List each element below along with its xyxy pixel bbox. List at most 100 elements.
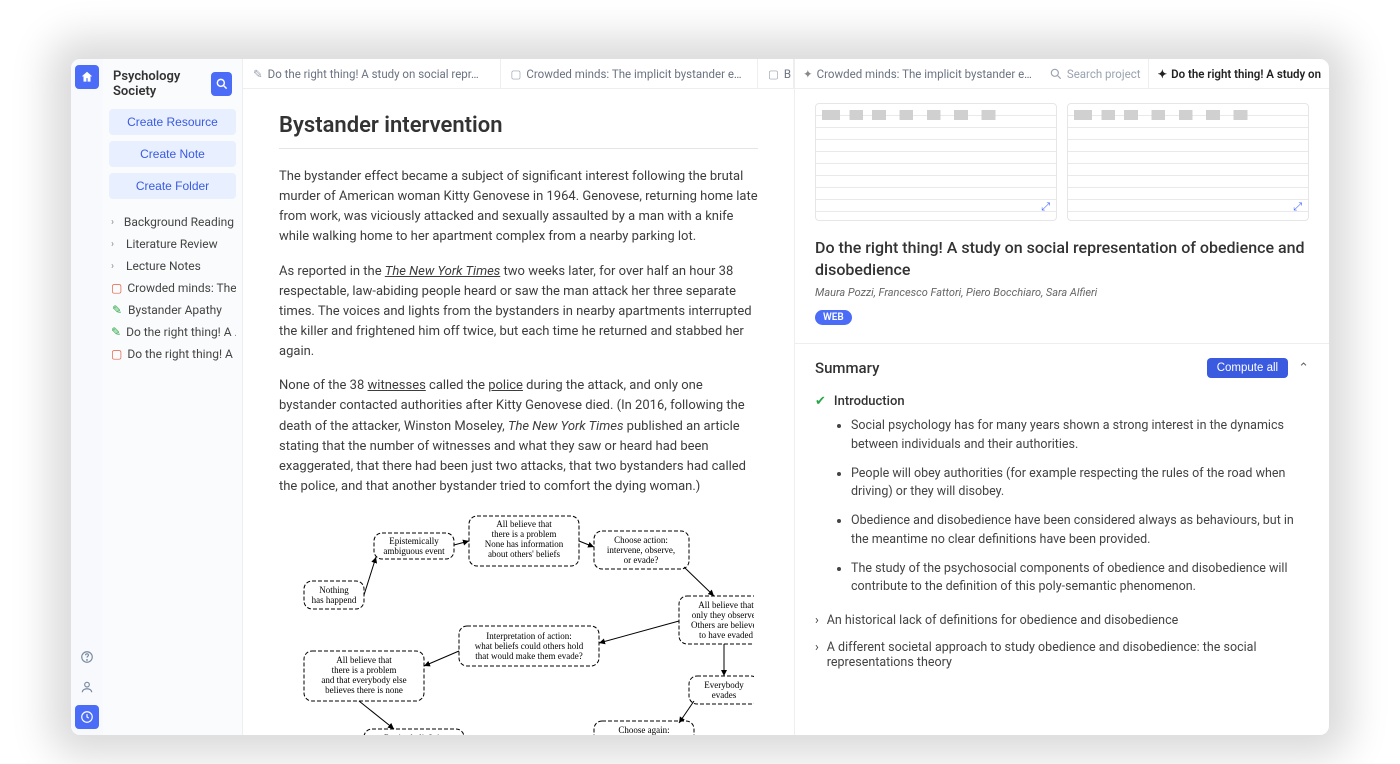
svg-text:about others' beliefs: about others' beliefs [487,549,560,559]
create-note-button[interactable]: Create Note [109,141,236,167]
list-item: Obedience and disobedience have been con… [851,512,1309,550]
page-thumbnails: ⤢ ⤢ [815,103,1309,221]
expand-icon[interactable]: ⤢ [1041,200,1050,214]
collapsed-section[interactable]: ›An historical lack of definitions for o… [815,607,1309,634]
diagram-node: Epistemicallyambiguous event [374,533,454,559]
paragraph: None of the 38 witnesses called the poli… [279,376,758,497]
summary-header: Summary Compute all ⌃ [815,344,1309,388]
sparkle-icon: ✦ [803,67,813,81]
help-icon[interactable] [75,645,99,669]
compute-all-button[interactable]: Compute all [1207,358,1288,378]
svg-text:there is a problem: there is a problem [331,665,396,675]
tree-file[interactable]: ✎Bystander Apathy [109,299,236,321]
create-folder-button[interactable]: Create Folder [109,173,236,199]
bullet-list: Social psychology has for many years sho… [815,417,1309,597]
source-badge: WEB [815,310,852,325]
tree-folder[interactable]: ›Literature Review [109,233,236,255]
thumbnail[interactable]: ⤢ [815,103,1057,221]
svg-text:Choose action:: Choose action: [614,535,668,545]
chevron-right-icon: › [111,261,121,272]
chevron-right-icon: › [815,613,819,628]
create-resource-button[interactable]: Create Resource [109,109,236,135]
resource-title: Do the right thing! A study on social re… [815,237,1309,280]
tree-folder[interactable]: ›Lecture Notes [109,255,236,277]
tab[interactable]: ▢Crowded minds: The implicit bystander e… [501,59,759,88]
main-pane: ✎Do the right thing! A study on social r… [243,59,795,735]
doc-title: Bystander intervention [279,113,758,138]
document-editor[interactable]: Bystander intervention The bystander eff… [243,89,794,735]
diagram-image: Epistemicallyambiguous event All believe… [279,511,758,735]
svg-text:and that everybody else: and that everybody else [321,675,406,685]
svg-text:there is a problem: there is a problem [491,529,556,539]
doc-icon: ▢ [768,67,779,81]
divider [279,148,758,149]
list-item: Social psychology has for many years sho… [851,417,1309,455]
file-icon: ▢ [111,347,122,361]
paragraph: The bystander effect became a subject of… [279,167,758,248]
list-item: The study of the psychosocial components… [851,560,1309,598]
svg-text:Revise beliefs in: Revise beliefs in [384,733,444,735]
svg-text:Everybody: Everybody [704,680,744,690]
detail-pane: ✦Crowded minds: The implicit bystander e… [795,59,1329,735]
tree-file[interactable]: ▢Do the right thing! A … [109,343,236,365]
svg-text:that would make them evade?: that would make them evade? [475,651,582,661]
expand-icon[interactable]: ⤢ [1293,200,1302,214]
chevron-up-icon[interactable]: ⌃ [1298,361,1309,376]
user-icon[interactable] [75,675,99,699]
note-icon: ✎ [111,325,121,339]
svg-text:to have evaded: to have evaded [699,630,753,640]
app-window: Psychology Society Create Resource Creat… [70,58,1330,736]
link[interactable]: The New York Times [385,264,500,279]
thumbnail[interactable]: ⤢ [1067,103,1309,221]
tab-active[interactable]: ✦Do the right thing! A study on [1148,59,1329,88]
tab[interactable]: ✎Do the right thing! A study on social r… [243,59,501,88]
note-icon: ✎ [111,303,123,317]
home-icon[interactable] [75,65,99,89]
sidebar-header: Psychology Society [109,65,236,109]
sidebar: Psychology Society Create Resource Creat… [103,59,243,735]
file-tree: ›Background Reading ›Literature Review ›… [109,211,236,365]
note-icon: ✎ [253,67,263,81]
svg-text:evades: evades [711,690,736,700]
svg-text:believes there is none: believes there is none [325,685,403,695]
paragraph: As reported in the The New York Times tw… [279,262,758,363]
svg-text:Nothing: Nothing [319,585,349,595]
chevron-right-icon: › [111,239,121,250]
svg-text:only they observed: only they observed [691,610,753,620]
check-icon: ✔ [815,394,826,409]
tab[interactable]: ▢B [758,59,794,88]
icon-rail [71,59,103,735]
project-search[interactable]: Search project [1041,67,1149,81]
main-tabs: ✎Do the right thing! A study on social r… [243,59,794,89]
tab[interactable]: ✦Crowded minds: The implicit bystander e… [795,59,1040,88]
list-item: People will obey authorities (for exampl… [851,465,1309,503]
section-heading[interactable]: ✔Introduction [815,394,1309,409]
svg-text:All believe that: All believe that [698,600,754,610]
svg-text:what beliefs could others hold: what beliefs could others hold [474,641,583,651]
svg-text:None has information: None has information [484,539,563,549]
detail-content: ⤢ ⤢ Do the right thing! A study on socia… [795,89,1329,735]
svg-text:Others are believed: Others are believed [691,620,754,630]
svg-text:All believe that: All believe that [496,519,552,529]
collapsed-section[interactable]: ›A different societal approach to study … [815,634,1309,676]
svg-text:ambiguous event: ambiguous event [383,546,445,556]
clock-icon[interactable] [75,705,99,729]
right-tabs: ✦Crowded minds: The implicit bystander e… [795,59,1329,89]
svg-text:or evade?: or evade? [623,555,658,565]
chevron-right-icon: › [815,640,819,655]
chevron-right-icon: › [111,217,119,228]
svg-text:has happend: has happend [311,595,356,605]
summary-section: ✔Introduction Social psychology has for … [815,394,1309,597]
file-icon: ▢ [111,281,122,295]
svg-text:intervene, observe,: intervene, observe, [606,545,674,555]
svg-text:Interpretation of action:: Interpretation of action: [486,631,571,641]
svg-text:Choose again:: Choose again: [618,725,669,735]
tree-folder[interactable]: ›Background Reading [109,211,236,233]
search-button[interactable] [211,72,232,96]
svg-text:Epistemically: Epistemically [389,536,439,546]
project-title: Psychology Society [113,69,211,99]
sparkle-icon: ✦ [1157,67,1167,81]
tree-file[interactable]: ✎Do the right thing! A … [109,321,236,343]
svg-text:All believe that: All believe that [336,655,392,665]
tree-file[interactable]: ▢Crowded minds: The… [109,277,236,299]
